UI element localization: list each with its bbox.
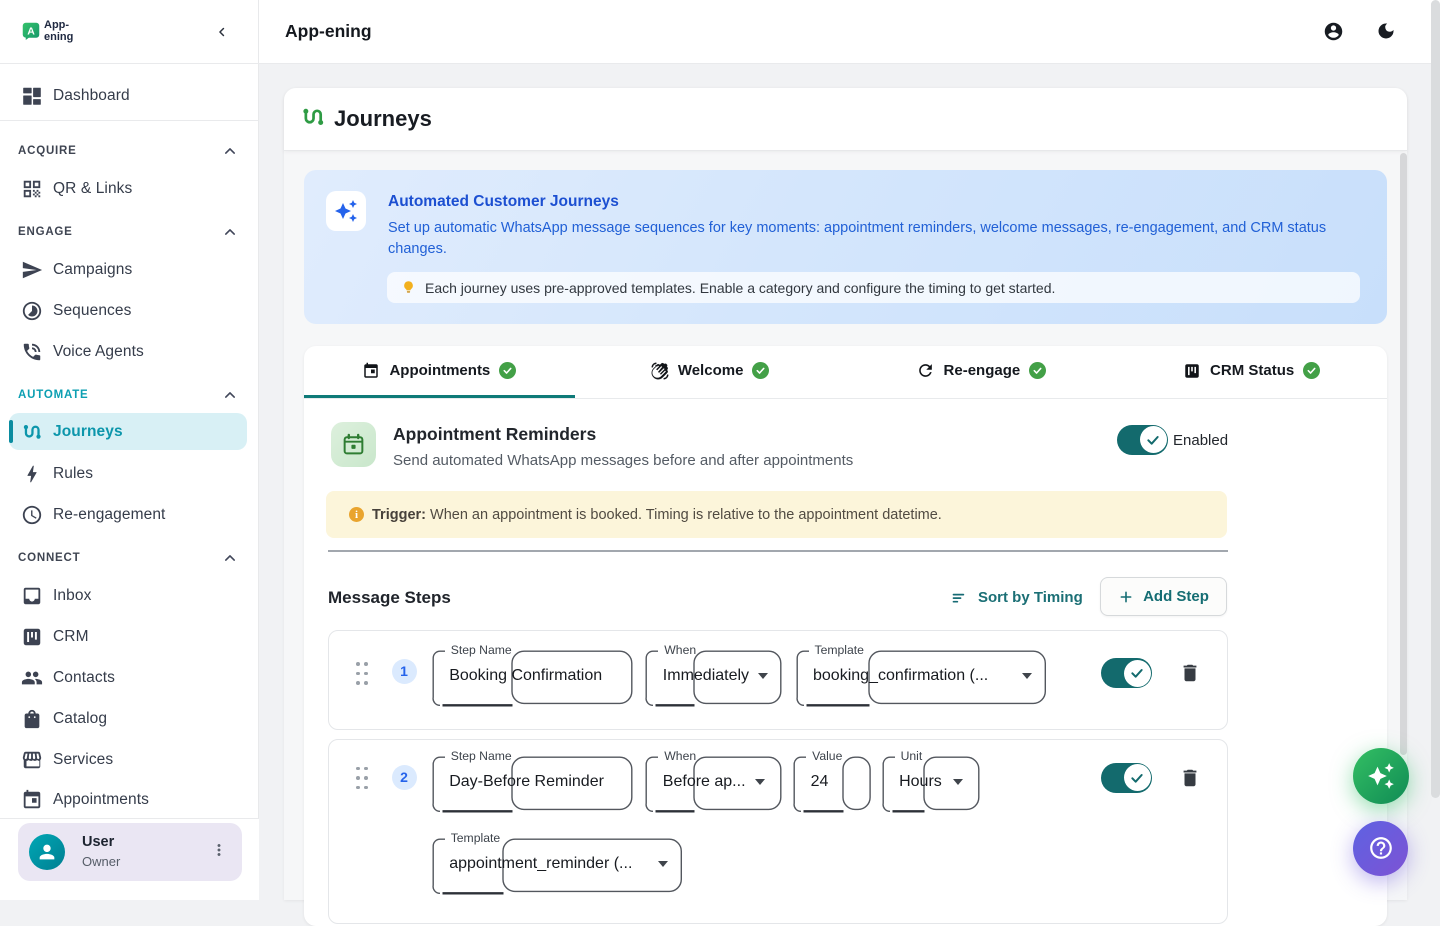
svg-text:A: A <box>27 25 35 37</box>
